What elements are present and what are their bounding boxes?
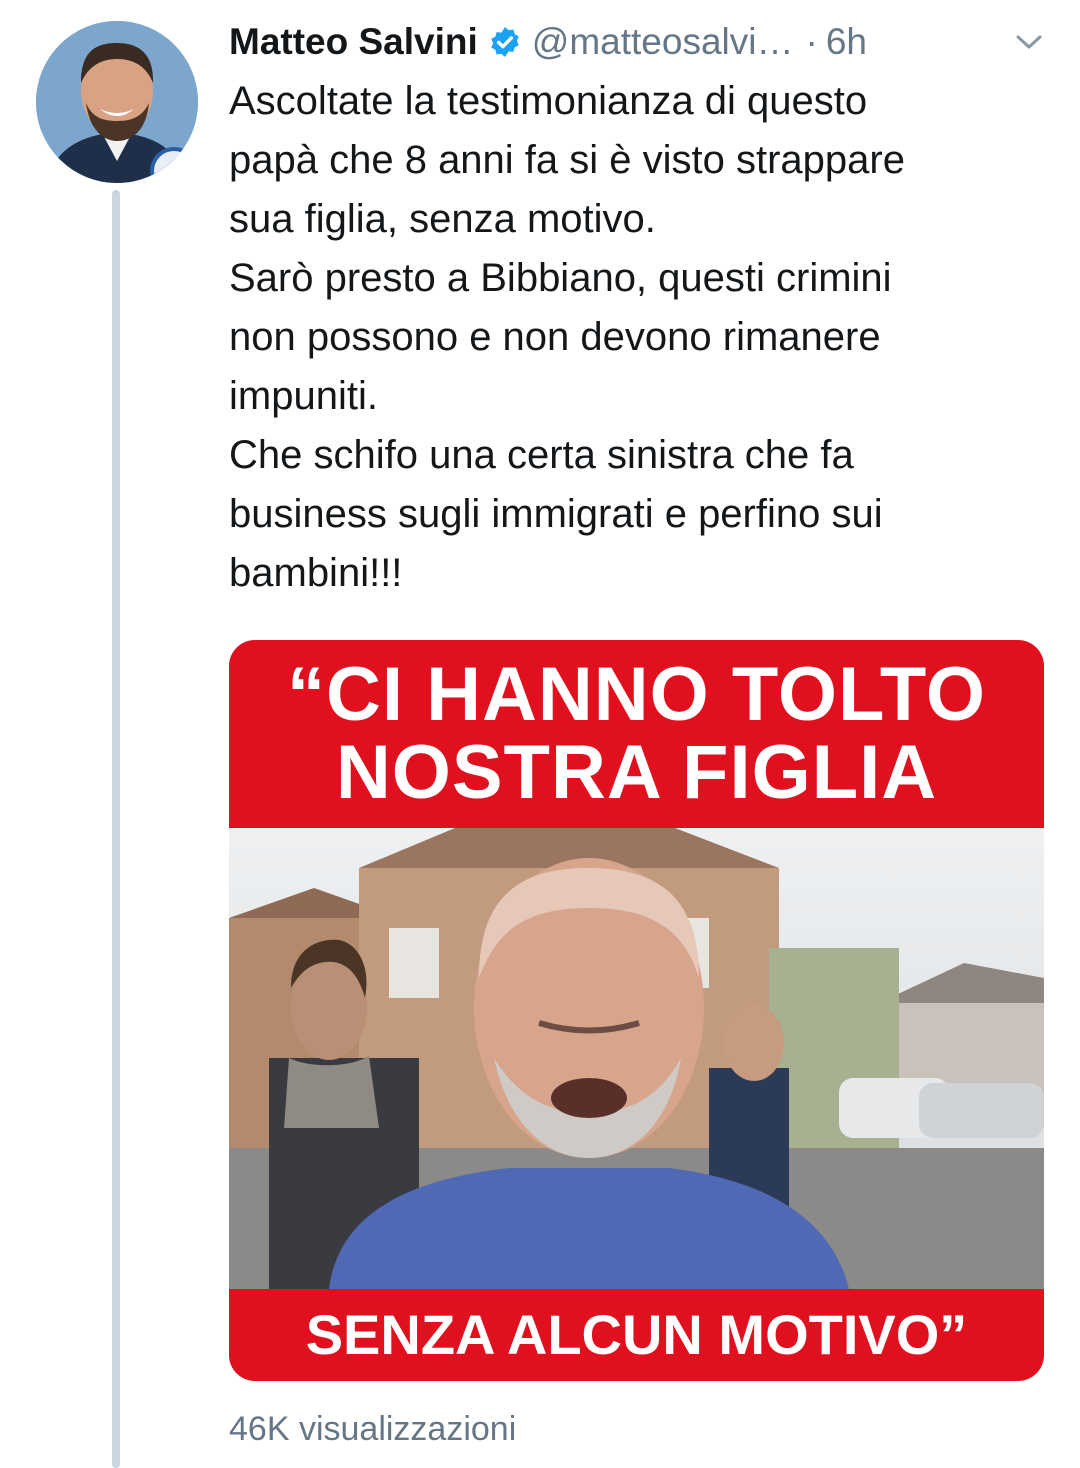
headline-line-1: “CI HANNO TOLTO <box>287 652 986 737</box>
headline-banner: “CI HANNO TOLTO NOSTRA FIGLIA <box>229 640 1044 828</box>
avatar-image <box>36 21 198 183</box>
video-thumbnail[interactable]: “CI HANNO TOLTO NOSTRA FIGLIA SENZA ALCU… <box>229 640 1044 1381</box>
tweet-text: Ascoltate la testimonianza di questo pap… <box>229 79 905 595</box>
avatar[interactable] <box>36 21 198 183</box>
separator-dot: · <box>805 21 818 62</box>
tweet-header: Matteo Salvini @matteosalvi… · 6h <box>229 14 1050 70</box>
headline-line-2: NOSTRA FIGLIA <box>335 730 938 815</box>
chevron-down-icon[interactable] <box>1014 30 1044 54</box>
timestamp[interactable]: 6h <box>826 21 867 63</box>
thread-line <box>112 190 120 1468</box>
author-handle[interactable]: @matteosalvi… <box>532 21 794 63</box>
author-name[interactable]: Matteo Salvini <box>229 21 478 63</box>
view-count: 46K visualizzazioni <box>229 1410 517 1448</box>
video-frame-image <box>229 828 1044 1289</box>
caption-banner: SENZA ALCUN MOTIVO” <box>229 1289 1044 1381</box>
verified-badge-icon <box>488 25 522 59</box>
